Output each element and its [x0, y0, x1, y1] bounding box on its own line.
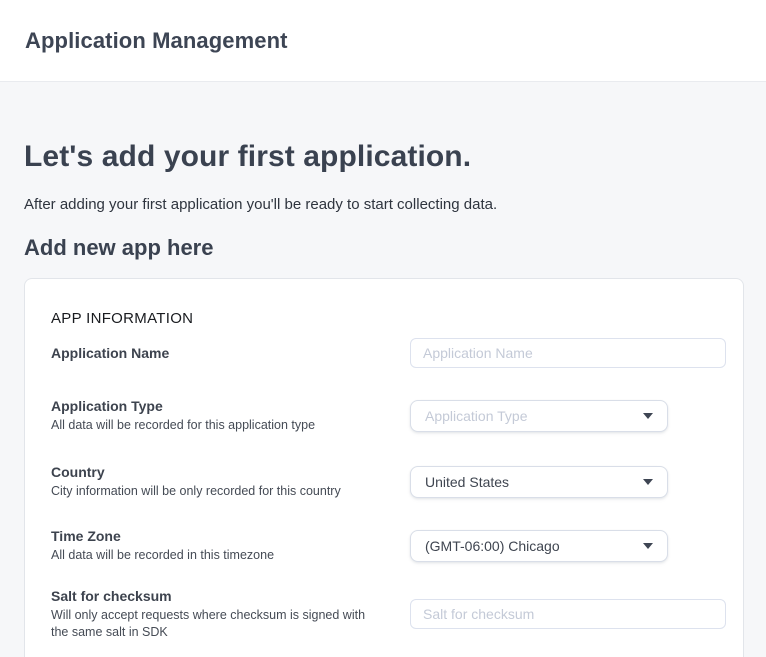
- field-column: United States: [410, 466, 726, 498]
- country-description: City information will be only recorded f…: [51, 483, 341, 500]
- field-column: [410, 338, 726, 368]
- country-select-value: United States: [425, 474, 509, 490]
- field-column: (GMT-06:00) Chicago: [410, 530, 726, 562]
- time-zone-description: All data will be recorded in this timezo…: [51, 547, 274, 564]
- country-label: Country: [51, 463, 341, 481]
- time-zone-select-value: (GMT-06:00) Chicago: [425, 538, 560, 554]
- card-section-header: APP INFORMATION: [51, 310, 726, 328]
- form-row-application-name: Application Name: [51, 338, 726, 368]
- form-row-salt-checksum: Salt for checksum Will only accept reque…: [51, 587, 726, 641]
- app-information-card: APP INFORMATION Application Name Applica…: [24, 278, 744, 657]
- label-block: Application Name: [51, 344, 169, 362]
- main-content: Let's add your first application. After …: [0, 140, 766, 657]
- add-app-section-title: Add new app here: [24, 235, 744, 261]
- form-row-application-type: Application Type All data will be record…: [51, 397, 726, 434]
- application-type-select-value: Application Type: [425, 408, 527, 424]
- salt-checksum-input[interactable]: [410, 599, 726, 629]
- application-type-select[interactable]: Application Type: [410, 400, 668, 432]
- form-row-country: Country City information will be only re…: [51, 463, 726, 500]
- chevron-down-icon: [643, 479, 653, 485]
- time-zone-label: Time Zone: [51, 527, 274, 545]
- label-block: Time Zone All data will be recorded in t…: [51, 527, 274, 564]
- salt-checksum-description: Will only accept requests where checksum…: [51, 607, 381, 641]
- form-row-time-zone: Time Zone All data will be recorded in t…: [51, 527, 726, 564]
- label-block: Country City information will be only re…: [51, 463, 341, 500]
- chevron-down-icon: [643, 413, 653, 419]
- time-zone-select[interactable]: (GMT-06:00) Chicago: [410, 530, 668, 562]
- application-name-input[interactable]: [410, 338, 726, 368]
- salt-checksum-label: Salt for checksum: [51, 587, 381, 605]
- label-block: Application Type All data will be record…: [51, 397, 315, 434]
- label-block: Salt for checksum Will only accept reque…: [51, 587, 381, 641]
- field-column: [410, 599, 726, 629]
- chevron-down-icon: [643, 543, 653, 549]
- hero-subheading: After adding your first application you'…: [24, 196, 744, 214]
- application-type-label: Application Type: [51, 397, 315, 415]
- country-select[interactable]: United States: [410, 466, 668, 498]
- application-name-label: Application Name: [51, 344, 169, 362]
- hero-heading: Let's add your first application.: [24, 140, 744, 174]
- field-column: Application Type: [410, 400, 726, 432]
- top-header-bar: Application Management: [0, 0, 766, 82]
- page-title: Application Management: [25, 28, 288, 54]
- application-type-description: All data will be recorded for this appli…: [51, 417, 315, 434]
